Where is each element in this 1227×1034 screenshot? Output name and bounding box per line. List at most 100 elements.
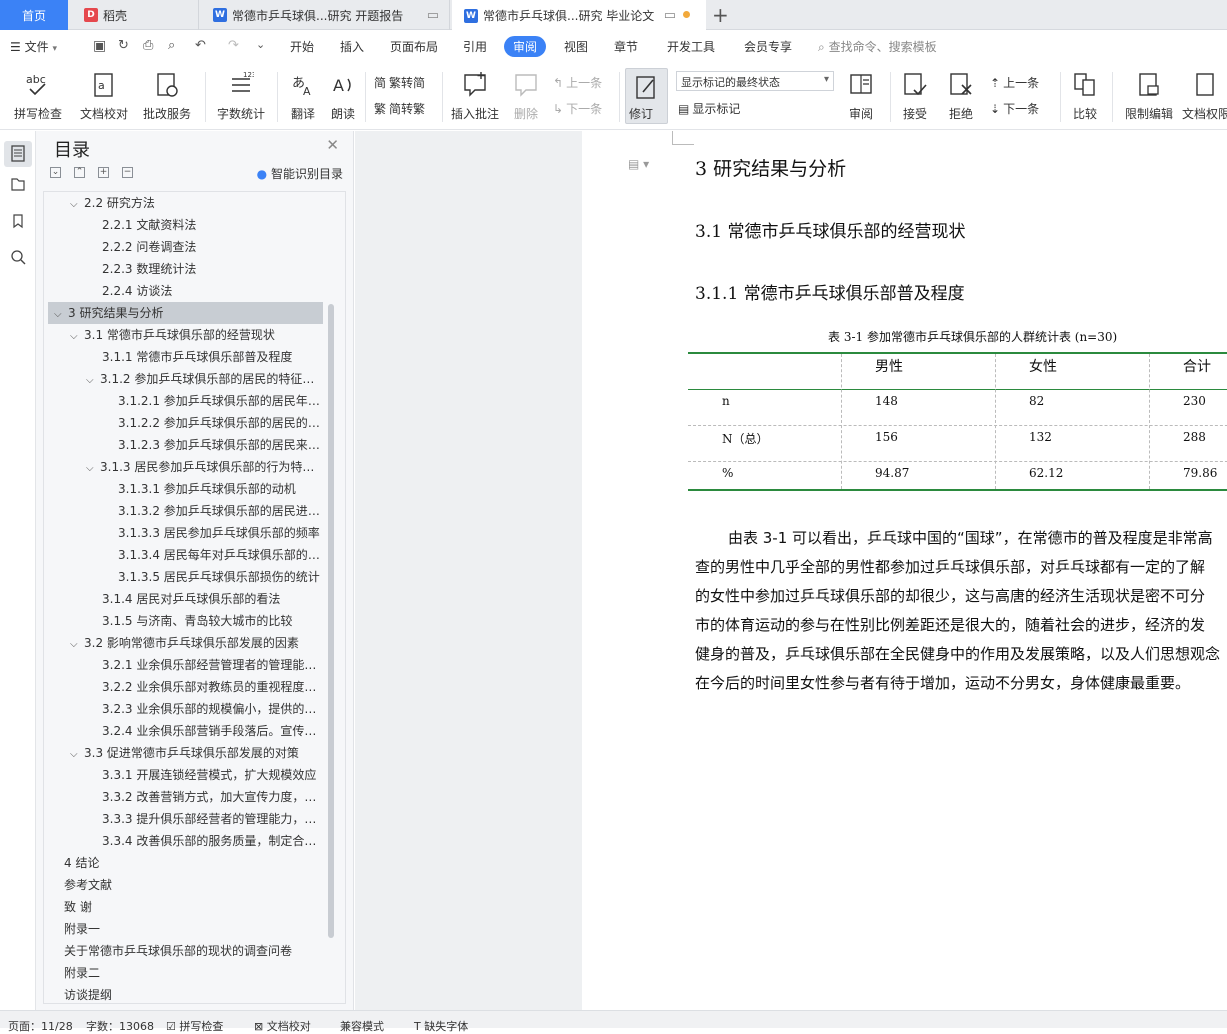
undo-icon[interactable]: ↶ [195, 38, 206, 53]
remove-heading-icon[interactable]: − [122, 167, 133, 178]
reject-button[interactable]: 拒绝 [942, 70, 980, 122]
chevron-down-icon[interactable]: ⌵ [86, 458, 100, 478]
missing-font-button[interactable]: ꓔ 缺失字体 [414, 1018, 468, 1034]
paragraph-menu-icon[interactable]: ▤ ▾ [628, 157, 649, 171]
next-comment-button[interactable]: ↳ 下一条 [553, 100, 602, 117]
toc-scrollbar[interactable] [328, 304, 334, 938]
outline-toggle[interactable] [4, 141, 32, 167]
menu-insert[interactable]: 插入 [340, 38, 364, 55]
toc-item[interactable]: 3.1.3.4 居民每年对乒乓球俱乐部的消费 [118, 544, 324, 566]
next-change-button[interactable]: ⇣ 下一条 [990, 100, 1039, 117]
add-heading-icon[interactable]: + [98, 167, 109, 178]
menu-start[interactable]: 开始 [290, 38, 314, 55]
toc-item[interactable]: 3.2.1 业余俱乐部经营管理者的管理能力不足 [102, 654, 324, 676]
markup-state-select[interactable]: 显示标记的最终状态 [676, 71, 834, 91]
toc-item[interactable]: 3.3.3 提升俱乐部经营者的管理能力，完善管理 [102, 808, 324, 830]
word-count-button[interactable]: 123 字数统计 [213, 70, 269, 122]
track-changes-button[interactable]: 修订 [625, 68, 668, 124]
chevron-down-icon[interactable]: ⌵ [86, 370, 100, 390]
smart-toc-button[interactable]: ● 智能识别目录 [257, 165, 343, 182]
trad-to-simp-button[interactable]: 简繁转简 [374, 74, 425, 91]
doc-permission-button[interactable]: 文档权限 [1182, 70, 1227, 122]
tab-document-proposal[interactable]: W 常德市乒乓球俱...研究 开题报告 ▭ [198, 0, 450, 30]
menu-view[interactable]: 视图 [564, 38, 588, 55]
new-tab-plus-icon[interactable]: + [712, 3, 729, 27]
toc-item[interactable]: 2.2.4 访谈法 [102, 280, 324, 302]
insert-comment-button[interactable]: 插入批注 [449, 70, 501, 122]
toc-item[interactable]: 3.2.4 业余俱乐部营销手段落后。宣传力度不够 [102, 720, 324, 742]
chevron-down-icon[interactable]: ⌵ [70, 194, 84, 214]
prev-comment-button[interactable]: ↰ 上一条 [553, 74, 602, 91]
accept-button[interactable]: 接受 [896, 70, 934, 122]
toc-item[interactable]: 3.1.4 居民对乒乓球俱乐部的看法 [102, 588, 324, 610]
read-aloud-button[interactable]: A 朗读 [325, 70, 361, 122]
toc-item[interactable]: 3.1.3.2 参加乒乓球俱乐部的居民进入俱乐部的途径 [118, 500, 324, 522]
toc-item[interactable]: ⌵ 3.1.2 参加乒乓球俱乐部的居民的特征分析 [86, 368, 324, 390]
toc-item[interactable]: 3.1.2.1 参加乒乓球俱乐部的居民年龄分布 [118, 390, 324, 412]
print-icon[interactable]: ⎙ [143, 38, 153, 53]
compare-button[interactable]: 比较 [1066, 70, 1104, 122]
file-menu[interactable]: ☰ 文件 ▾ [10, 38, 57, 55]
toc-item[interactable]: 2.2.2 问卷调查法 [102, 236, 324, 258]
word-count[interactable]: 字数：13068 [86, 1018, 154, 1034]
monitor-icon[interactable]: ▭ [427, 8, 439, 23]
print-preview-icon[interactable]: ⌕ [168, 38, 175, 53]
redo-icon[interactable]: ↷ [228, 38, 239, 53]
menu-page-layout[interactable]: 页面布局 [390, 38, 438, 55]
toc-item[interactable]: 3.1.3.5 居民乒乓球俱乐部损伤的统计 [118, 566, 324, 588]
restrict-editing-button[interactable]: 限制编辑 [1120, 70, 1178, 122]
review-pane-button[interactable]: 审阅 [842, 70, 880, 122]
menu-references[interactable]: 引用 [463, 38, 487, 55]
close-icon[interactable]: ✕ [326, 136, 339, 154]
tab-daoke[interactable]: D 稻壳 [70, 0, 196, 30]
prev-change-button[interactable]: ⇡ 上一条 [990, 74, 1039, 91]
translate-button[interactable]: あA 翻译 [283, 70, 323, 122]
chevron-down-icon[interactable]: ⌵ [70, 326, 84, 346]
spell-check-button[interactable]: abc 拼写检查 [8, 70, 68, 122]
toc-item[interactable]: 3.2.2 业余俱乐部对教练员的重视程度不够 [102, 676, 324, 698]
collapse-all-icon[interactable]: ⌄ [50, 167, 61, 178]
menu-chapter[interactable]: 章节 [614, 38, 638, 55]
monitor-icon[interactable]: ▭ [664, 8, 676, 23]
toc-item[interactable]: ⌵ 3.1.3 居民参加乒乓球俱乐部的行为特征分析 [86, 456, 324, 478]
bookmark-icon[interactable] [10, 213, 26, 229]
chevron-down-icon[interactable]: ⌵ [70, 744, 84, 764]
toc-item[interactable]: 3.3.4 改善俱乐部的服务质量，制定合理的价格 [102, 830, 324, 852]
search-icon[interactable] [10, 249, 26, 265]
toc-item[interactable]: 访谈提纲 [64, 984, 324, 1003]
toc-item[interactable]: 参考文献 [64, 874, 324, 896]
tab-document-thesis[interactable]: W 常德市乒乓球俱...研究 毕业论文 ▭ [452, 0, 706, 31]
toc-item[interactable]: 3.1.1 常德市乒乓球俱乐部普及程度 [102, 346, 324, 368]
more-chevron-icon[interactable]: ⌄ [256, 38, 265, 51]
toc-item[interactable]: ⌵ 3.2 影响常德市乒乓球俱乐部发展的因素 [70, 632, 324, 654]
simp-to-trad-button[interactable]: 繁简转繁 [374, 100, 425, 117]
toc-item[interactable]: 附录二 [64, 962, 324, 984]
toc-item[interactable]: 3.2.3 业余俱乐部的规模偏小，提供的服务有限 [102, 698, 324, 720]
review-service-button[interactable]: 批改服务 [137, 70, 197, 122]
doc-proof-button[interactable]: a 文档校对 [77, 70, 131, 122]
export-icon[interactable]: ↻ [118, 38, 129, 53]
chapter-nav-icon[interactable] [10, 176, 26, 192]
page-indicator[interactable]: 页面：11/28 [8, 1018, 73, 1034]
toc-item[interactable]: 3.1.2.3 参加乒乓球俱乐部的居民来源分布 [118, 434, 324, 456]
chevron-down-icon[interactable]: ⌵ [54, 304, 68, 324]
toc-item[interactable]: ⌵ 2.2 研究方法 [70, 192, 324, 214]
show-markup-button[interactable]: ▤ 显示标记 [678, 100, 740, 117]
toc-item[interactable]: ⌵ 3.3 促进常德市乒乓球俱乐部发展的对策 [70, 742, 324, 764]
toc-item[interactable]: ⌵ 3 研究结果与分析 [48, 302, 323, 324]
save-icon[interactable]: ▣ [93, 38, 106, 54]
toc-item[interactable]: 致 谢 [64, 896, 324, 918]
expand-up-icon[interactable]: ⌃ [74, 167, 85, 178]
toc-item[interactable]: 2.2.3 数理统计法 [102, 258, 324, 280]
toc-item[interactable]: 2.2.1 文献资料法 [102, 214, 324, 236]
menu-developer[interactable]: 开发工具 [667, 38, 715, 55]
toc-item[interactable]: 3.3.1 开展连锁经营模式，扩大规模效应 [102, 764, 324, 786]
toc-item[interactable]: 关于常德市乒乓球俱乐部的现状的调查问卷 [64, 940, 324, 962]
toc-item[interactable]: 附录一 [64, 918, 324, 940]
delete-comment-button[interactable]: 删除 [506, 70, 546, 122]
status-doc-proof[interactable]: ⊠ 文档校对 [254, 1018, 311, 1034]
tab-home[interactable]: 首页 [0, 0, 68, 30]
toc-item[interactable]: 3.3.2 改善营销方式，加大宣传力度，提高知名度 [102, 786, 324, 808]
menu-review[interactable]: 审阅 [504, 36, 547, 57]
toc-item[interactable]: 3.1.2.2 参加乒乓球俱乐部的居民的职业分布 [118, 412, 324, 434]
